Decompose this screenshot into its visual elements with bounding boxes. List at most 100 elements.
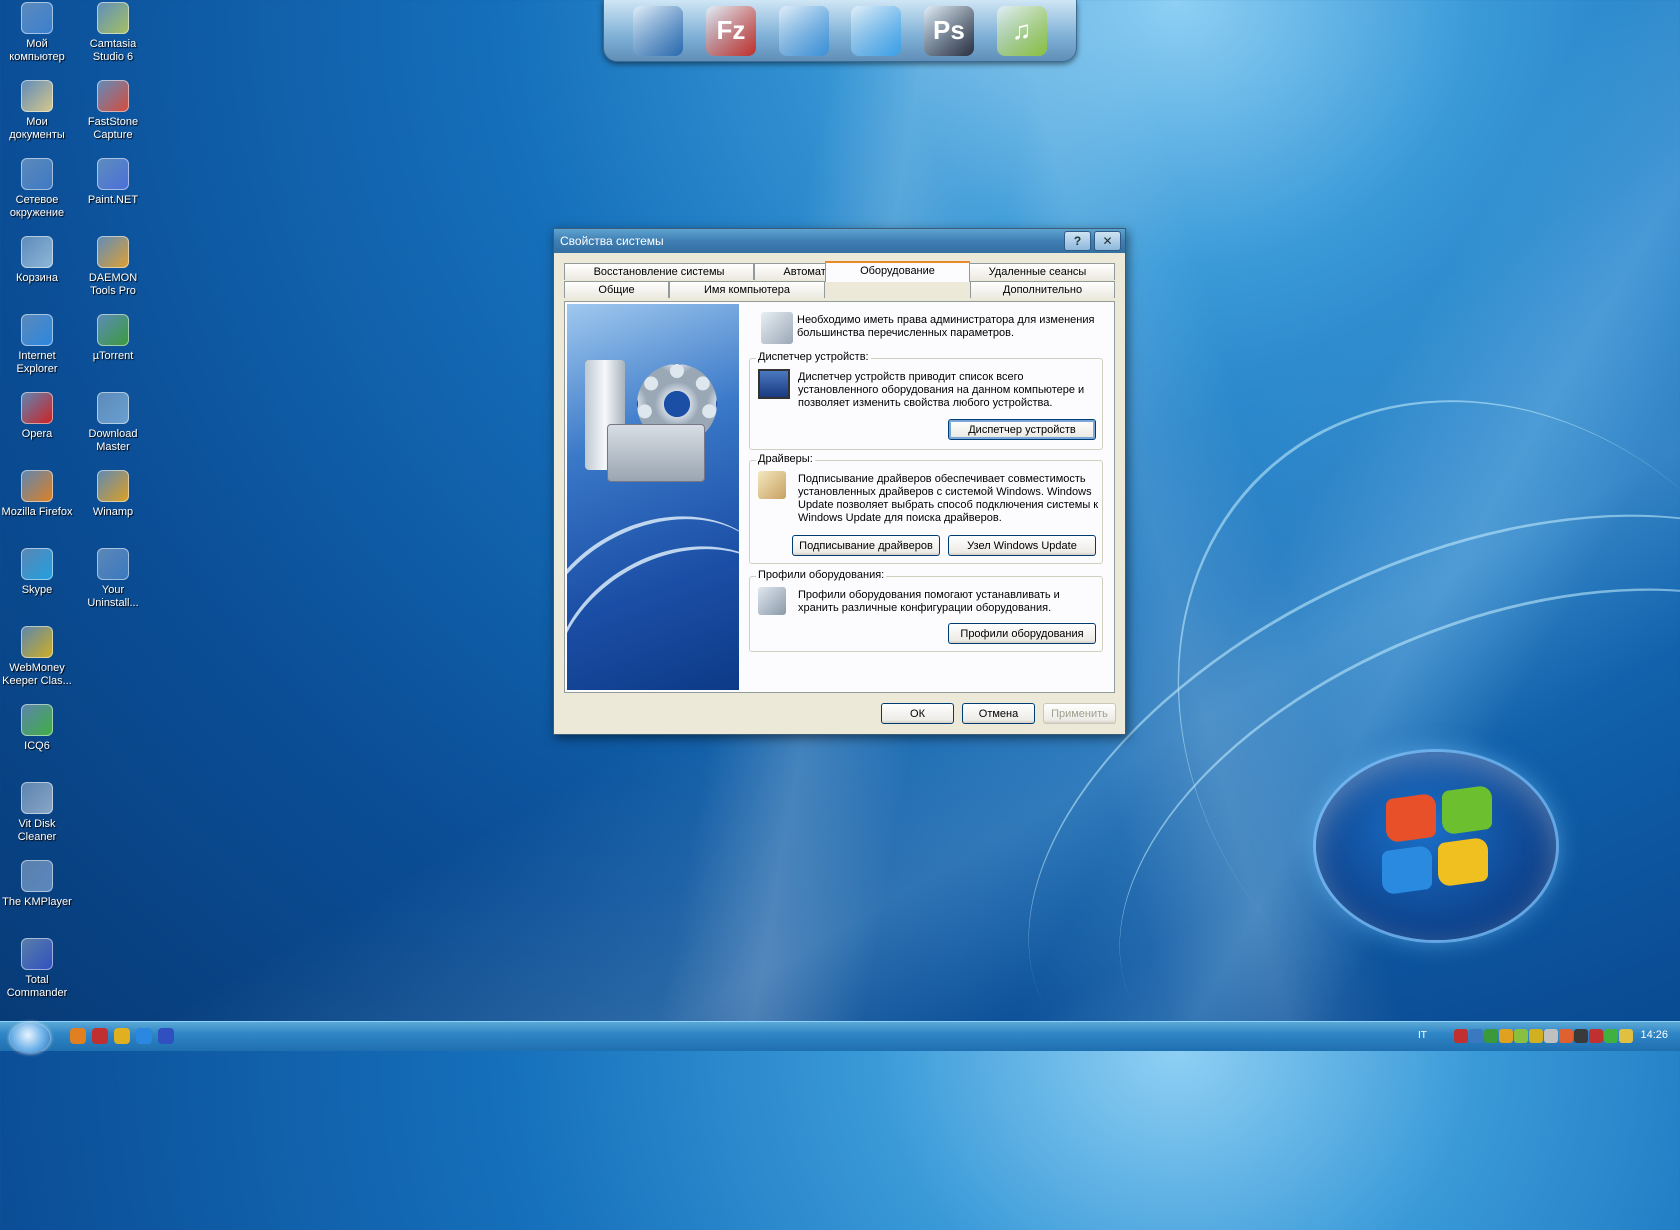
desktop-icon[interactable]: µTorrent — [77, 312, 149, 363]
tray-icon[interactable] — [1469, 1029, 1483, 1043]
desktop-icon[interactable]: Your Uninstall... — [77, 546, 149, 610]
drivers-text: Подписывание драйверов обеспечивает совм… — [798, 473, 1099, 524]
windows-logo-green-pane — [1442, 784, 1492, 836]
desktop-icon[interactable]: Opera — [1, 390, 73, 441]
device-manager-group: Диспетчер устройств: Диспетчер устройств… — [749, 351, 1103, 450]
app-icon — [97, 2, 129, 34]
app-icon — [21, 860, 53, 892]
desktop-icon[interactable]: ICQ6 — [1, 702, 73, 753]
dock-filezilla-icon[interactable]: Fz — [705, 5, 756, 56]
dock-photoshop-icon[interactable]: Ps — [923, 5, 974, 56]
hardware-profiles-text: Профили оборудования помогают устанавлив… — [798, 589, 1060, 614]
device-manager-title: Диспетчер устройств: — [756, 351, 871, 363]
windows-update-button[interactable]: Узел Windows Update — [948, 535, 1096, 556]
start-button[interactable] — [10, 1023, 50, 1053]
tray-icon[interactable] — [1544, 1029, 1558, 1043]
desktop-icon[interactable]: Vit Disk Cleaner — [1, 780, 73, 844]
tray-icon[interactable] — [1529, 1029, 1543, 1043]
tray-icon[interactable] — [1559, 1029, 1573, 1043]
tray-icon[interactable] — [1574, 1029, 1588, 1043]
apply-button[interactable]: Применить — [1043, 703, 1116, 724]
desktop-icon[interactable]: Total Commander — [1, 936, 73, 1000]
desktop-icon[interactable]: Paint.NET — [77, 156, 149, 207]
tray-icon[interactable] — [1454, 1029, 1468, 1043]
device-manager-button[interactable]: Диспетчер устройств — [948, 419, 1096, 440]
desktop-icon-label: Internet Explorer — [16, 350, 58, 375]
app-icon — [97, 392, 129, 424]
driver-signing-button[interactable]: Подписывание драйверов — [792, 535, 940, 556]
quick-launch-icon[interactable] — [136, 1028, 152, 1044]
desktop-icon[interactable]: Winamp — [77, 468, 149, 519]
app-icon — [21, 470, 53, 502]
hardware-profiles-icon — [758, 587, 786, 615]
desktop-icon[interactable]: Мой компьютер — [1, 0, 73, 64]
desktop-icon[interactable]: The KMPlayer — [1, 858, 73, 909]
quick-launch-icon[interactable] — [70, 1028, 86, 1044]
tab-advanced[interactable]: Дополнительно — [970, 281, 1115, 298]
desktop-icon-label: Download Master — [88, 428, 138, 453]
windows-logo-blue-pane — [1382, 844, 1432, 896]
app-icon — [21, 314, 53, 346]
driver-signing-icon — [758, 471, 786, 499]
quick-launch-icon[interactable] — [92, 1028, 108, 1044]
app-icon — [21, 392, 53, 424]
tray-icon[interactable] — [1619, 1029, 1633, 1043]
tab-general[interactable]: Общие — [564, 281, 669, 298]
app-icon — [21, 938, 53, 970]
quick-launch-icon[interactable] — [158, 1028, 174, 1044]
desktop-icon[interactable]: Camtasia Studio 6 — [77, 0, 149, 64]
windows-logo-yellow-pane — [1438, 836, 1488, 888]
app-icon — [97, 314, 129, 346]
app-icon — [21, 548, 53, 580]
windows-logo — [1316, 752, 1556, 940]
admin-shield-icon — [761, 312, 793, 344]
ok-button[interactable]: ОК — [881, 703, 954, 724]
dock-monitor-icon[interactable] — [633, 5, 684, 56]
language-indicator[interactable]: IT — [1418, 1030, 1427, 1041]
dock-bar: Fz Ps ♫ — [603, 0, 1077, 62]
device-manager-icon — [758, 369, 790, 399]
drivers-title: Драйверы: — [756, 453, 815, 465]
desktop-icon-label: DAEMON Tools Pro — [88, 272, 138, 297]
desktop-icon-label: Mozilla Firefox — [1, 506, 73, 518]
dock-globe-icon[interactable] — [778, 5, 829, 56]
dock-audio-icon[interactable]: ♫ — [996, 5, 1047, 56]
hardware-profiles-button[interactable]: Профили оборудования — [948, 623, 1096, 644]
drivers-group: Драйверы: Подписывание драйверов обеспеч… — [749, 453, 1103, 564]
desktop-icon[interactable]: Сетевое окружение — [1, 156, 73, 220]
desktop-icon-label: ICQ6 — [24, 740, 50, 752]
desktop-icon[interactable]: WebMoney Keeper Clas... — [1, 624, 73, 688]
tab-system-restore[interactable]: Восстановление системы — [564, 263, 754, 280]
tab-hardware[interactable]: Оборудование — [825, 261, 970, 282]
dialog-titlebar[interactable]: Свойства системы ? ✕ — [554, 229, 1125, 253]
tray-icon[interactable] — [1484, 1029, 1498, 1043]
app-icon — [21, 158, 53, 190]
desktop-icon[interactable]: DAEMON Tools Pro — [77, 234, 149, 298]
desktop-icon-label: µTorrent — [92, 350, 134, 362]
app-icon — [97, 548, 129, 580]
dock-arrow-up-icon[interactable] — [851, 5, 902, 56]
tray-icon[interactable] — [1604, 1029, 1618, 1043]
tab-remote-sessions[interactable]: Удаленные сеансы — [960, 263, 1115, 280]
desktop-icon[interactable]: FastStone Capture — [77, 78, 149, 142]
desktop-icon[interactable]: Корзина — [1, 234, 73, 285]
toolbox-image — [607, 424, 705, 482]
app-icon — [21, 236, 53, 268]
tray-icon[interactable] — [1589, 1029, 1603, 1043]
quick-launch-icon[interactable] — [114, 1028, 130, 1044]
desktop-icon[interactable]: Download Master — [77, 390, 149, 454]
tray-icon[interactable] — [1514, 1029, 1528, 1043]
app-icon — [21, 626, 53, 658]
cancel-button[interactable]: Отмена — [962, 703, 1035, 724]
taskbar: IT 14:26 — [0, 1021, 1680, 1053]
desktop-icon-label: Vit Disk Cleaner — [17, 818, 57, 843]
desktop-icon[interactable]: Skype — [1, 546, 73, 597]
tab-computer-name[interactable]: Имя компьютера — [669, 281, 825, 298]
help-button[interactable]: ? — [1064, 231, 1091, 251]
close-button[interactable]: ✕ — [1094, 231, 1121, 251]
desktop-icon[interactable]: Internet Explorer — [1, 312, 73, 376]
tray-icon[interactable] — [1499, 1029, 1513, 1043]
app-icon — [97, 236, 129, 268]
desktop-icon[interactable]: Mozilla Firefox — [1, 468, 73, 519]
desktop-icon[interactable]: Мои документы — [1, 78, 73, 142]
